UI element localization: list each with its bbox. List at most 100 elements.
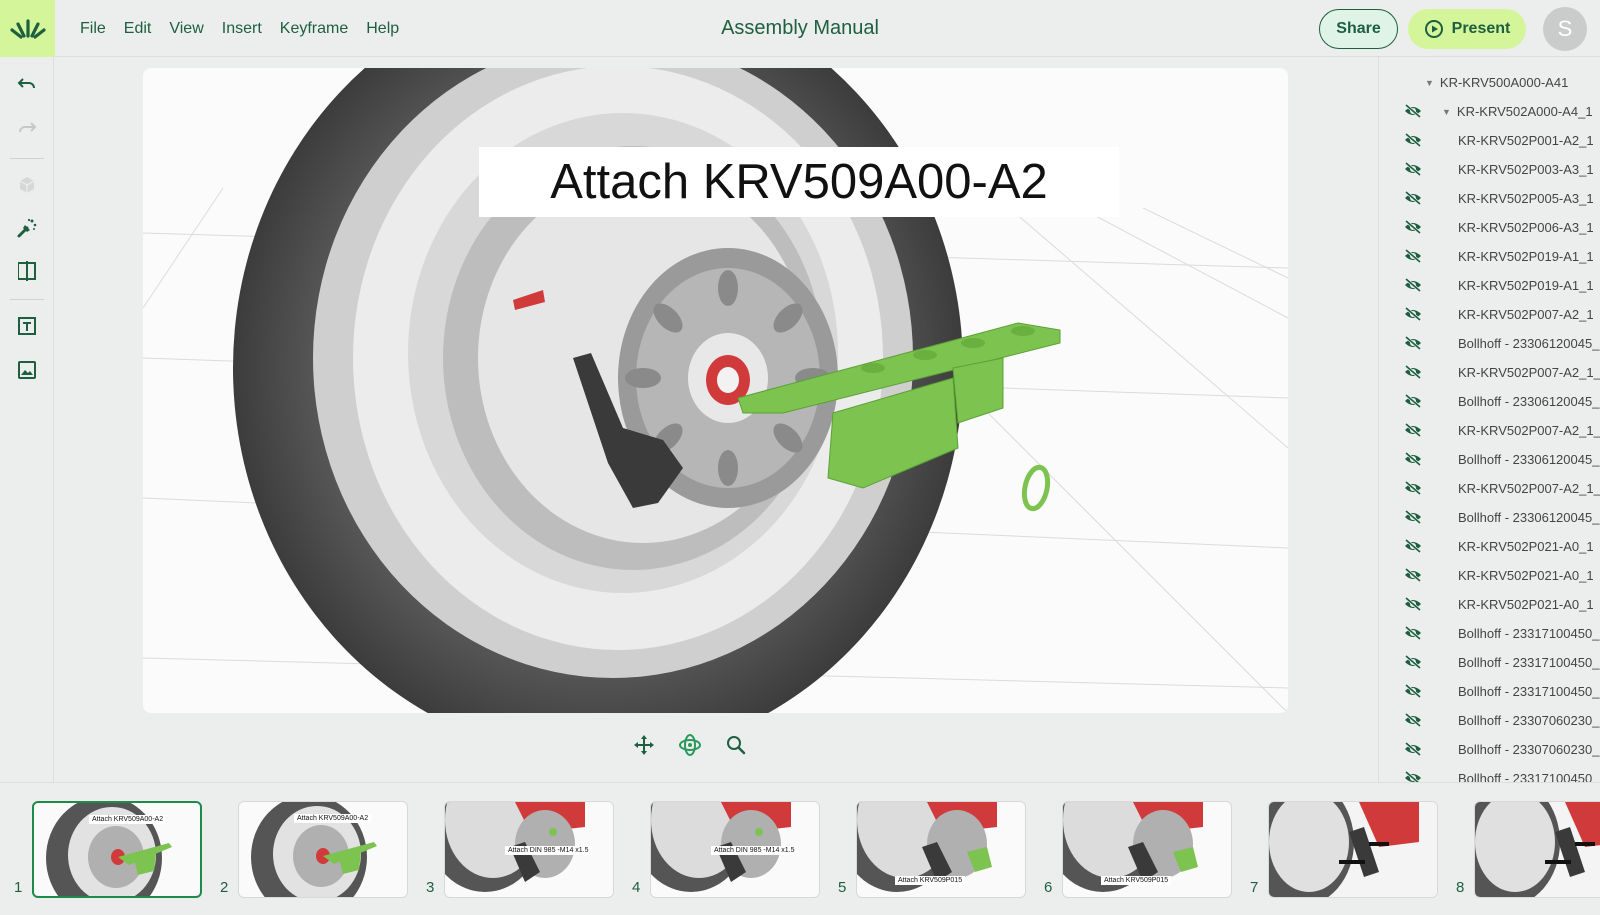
eye-hidden-icon[interactable] [1403, 422, 1423, 438]
slide-thumbnail[interactable]: 3 Attach DIN 985 -M14 x1.5 [426, 801, 616, 898]
eye-hidden-icon[interactable] [1403, 335, 1423, 351]
pan-button[interactable] [632, 733, 656, 757]
tree-item[interactable]: Bollhoff - 23317100450_ [1379, 619, 1600, 648]
eye-hidden-icon[interactable] [1403, 132, 1423, 148]
slide-thumbnail[interactable]: 4 Attach DIN 985 -M14 x1.5 [632, 801, 822, 898]
app-logo[interactable] [0, 0, 55, 57]
menu-view[interactable]: View [169, 20, 203, 38]
menu-insert[interactable]: Insert [222, 20, 262, 38]
tree-item[interactable]: KR-KRV502P021-A0_1 [1379, 590, 1600, 619]
insert-text-button[interactable] [12, 311, 42, 341]
step-caption[interactable]: Attach KRV509A00-A2 [479, 147, 1119, 217]
tree-item[interactable]: KR-KRV502P003-A3_1 [1379, 155, 1600, 184]
eye-hidden-icon[interactable] [1403, 625, 1423, 641]
tree-item[interactable]: KR-KRV502P019-A1_1 [1379, 271, 1600, 300]
slide-preview[interactable] [1474, 801, 1600, 898]
tree-item[interactable]: Bollhoff - 23306120045_ [1379, 387, 1600, 416]
tree-item-label: KR-KRV502P007-A2_1_3 [1458, 481, 1600, 496]
tree-item[interactable]: Bollhoff - 23307060230_ [1379, 735, 1600, 764]
tree-item[interactable]: ▼ KR-KRV502A000-A4_1 [1379, 97, 1600, 126]
slide-caption: Attach KRV509A00-A2 [89, 815, 167, 824]
tree-item[interactable]: Bollhoff - 23317100450_ [1379, 677, 1600, 706]
tree-item[interactable]: Bollhoff - 23306120045_ [1379, 503, 1600, 532]
menu-keyframe[interactable]: Keyframe [280, 20, 348, 38]
eye-hidden-icon[interactable] [1403, 364, 1423, 380]
share-button[interactable]: Share [1319, 9, 1398, 49]
tree-item[interactable]: KR-KRV502P005-A3_1 [1379, 184, 1600, 213]
eye-hidden-icon[interactable] [1403, 190, 1423, 206]
present-button[interactable]: Present [1408, 9, 1526, 49]
menu-file[interactable]: File [80, 20, 106, 38]
3d-viewport[interactable]: Attach KRV509A00-A2 [143, 68, 1288, 713]
eye-hidden-icon[interactable] [1403, 770, 1423, 782]
menu-edit[interactable]: Edit [124, 20, 152, 38]
eye-hidden-icon[interactable] [1403, 161, 1423, 177]
slide-preview[interactable]: Attach KRV509A00-A2 [238, 801, 408, 898]
tree-item-label: Bollhoff - 23306120045_ [1458, 394, 1600, 409]
slide-thumbnail[interactable]: 2 Attach KRV509A00-A2 [220, 801, 410, 898]
tree-item[interactable]: KR-KRV502P007-A2_1_3 [1379, 358, 1600, 387]
collapse-triangle-icon[interactable]: ▼ [1425, 78, 1434, 88]
eye-hidden-icon[interactable] [1403, 538, 1423, 554]
tree-item[interactable]: Bollhoff - 23306120045_ [1379, 329, 1600, 358]
slide-preview[interactable]: Attach DIN 985 -M14 x1.5 [444, 801, 614, 898]
tree-item[interactable]: KR-KRV502P019-A1_1 [1379, 242, 1600, 271]
eye-hidden-icon[interactable] [1403, 219, 1423, 235]
eye-hidden-icon[interactable] [1403, 306, 1423, 322]
eye-hidden-icon[interactable] [1403, 654, 1423, 670]
slide-number: 3 [426, 879, 435, 896]
user-avatar[interactable]: S [1543, 7, 1587, 51]
eye-hidden-icon[interactable] [1403, 741, 1423, 757]
slide-preview[interactable]: Attach KRV509P015 [856, 801, 1026, 898]
zoom-button[interactable] [724, 733, 748, 757]
eye-hidden-icon[interactable] [1403, 277, 1423, 293]
tree-item[interactable]: KR-KRV502P001-A2_1 [1379, 126, 1600, 155]
collapse-triangle-icon[interactable]: ▼ [1442, 107, 1451, 117]
redo-button[interactable] [12, 113, 42, 143]
eye-hidden-icon[interactable] [1403, 451, 1423, 467]
tree-item[interactable]: Bollhoff - 23307060230_ [1379, 706, 1600, 735]
tree-item-label: KR-KRV502P021-A0_1 [1458, 539, 1594, 554]
tree-item-label: KR-KRV502P005-A3_1 [1458, 191, 1594, 206]
toolbar-divider [10, 158, 44, 159]
split-view-button[interactable] [12, 256, 42, 286]
insert-image-button[interactable] [12, 355, 42, 385]
image-icon [18, 361, 36, 379]
eye-hidden-icon[interactable] [1403, 103, 1423, 119]
tree-item[interactable]: KR-KRV502P007-A2_1_2 [1379, 416, 1600, 445]
slide-thumbnail[interactable]: 8 [1456, 801, 1600, 898]
tree-item[interactable]: KR-KRV502P021-A0_1 [1379, 532, 1600, 561]
tree-item-label: KR-KRV502P007-A2_1_3 [1458, 365, 1600, 380]
eye-hidden-icon[interactable] [1403, 393, 1423, 409]
part-button[interactable] [12, 170, 42, 200]
eye-hidden-icon[interactable] [1403, 567, 1423, 583]
eye-hidden-icon[interactable] [1403, 248, 1423, 264]
explode-button[interactable] [12, 213, 42, 243]
slide-thumbnail[interactable]: 7 [1250, 801, 1440, 898]
slide-preview[interactable]: Attach DIN 985 -M14 x1.5 [650, 801, 820, 898]
tree-root[interactable]: ▼ KR-KRV500A000-A41 [1379, 68, 1600, 97]
tree-item[interactable]: Bollhoff - 23317100450_ [1379, 764, 1600, 782]
orbit-button[interactable] [678, 733, 702, 757]
slide-thumbnail[interactable]: 1 Attach KRV509A00-A2 [14, 801, 204, 898]
tree-item-label: KR-KRV502P003-A3_1 [1458, 162, 1594, 177]
slide-preview[interactable]: Attach KRV509P015 [1062, 801, 1232, 898]
eye-hidden-icon[interactable] [1403, 509, 1423, 525]
eye-hidden-icon[interactable] [1403, 683, 1423, 699]
slide-thumbnail[interactable]: 6 Attach KRV509P015 [1044, 801, 1234, 898]
tree-item[interactable]: KR-KRV502P021-A0_1 [1379, 561, 1600, 590]
tree-item-label: KR-KRV502P021-A0_1 [1458, 568, 1594, 583]
tree-item[interactable]: KR-KRV502P007-A2_1 [1379, 300, 1600, 329]
slide-thumbnail[interactable]: 5 Attach KRV509P015 [838, 801, 1028, 898]
tree-item[interactable]: Bollhoff - 23306120045_ [1379, 445, 1600, 474]
eye-hidden-icon[interactable] [1403, 480, 1423, 496]
eye-hidden-icon[interactable] [1403, 712, 1423, 728]
eye-hidden-icon[interactable] [1403, 596, 1423, 612]
slide-preview[interactable]: Attach KRV509A00-A2 [32, 801, 202, 898]
tree-item[interactable]: KR-KRV502P007-A2_1_3 [1379, 474, 1600, 503]
tree-item[interactable]: Bollhoff - 23317100450_ [1379, 648, 1600, 677]
slide-preview[interactable] [1268, 801, 1438, 898]
tree-item[interactable]: KR-KRV502P006-A3_1 [1379, 213, 1600, 242]
undo-button[interactable] [12, 69, 42, 99]
menu-help[interactable]: Help [366, 20, 399, 38]
